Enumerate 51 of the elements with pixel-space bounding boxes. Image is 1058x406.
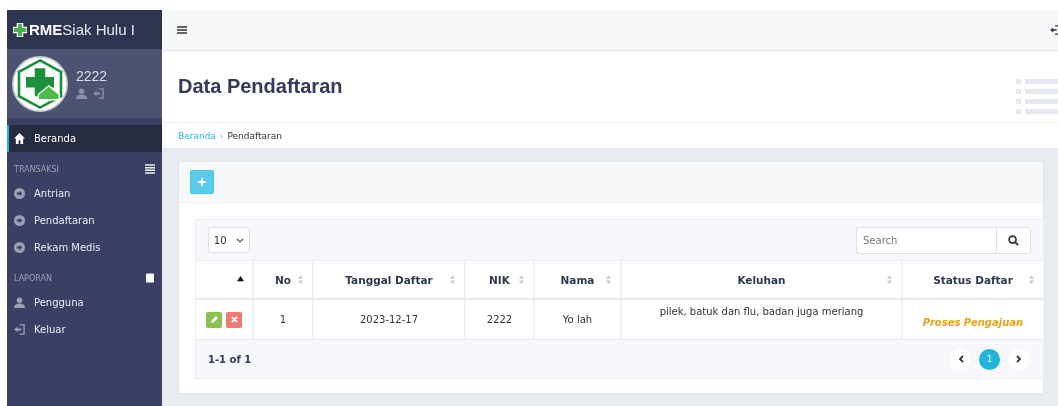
chevron-down-icon [236,237,245,243]
search-field[interactable]: Search [856,226,996,254]
arrow-circle-icon [14,215,25,226]
column-header[interactable]: No [254,261,314,298]
column-header[interactable]: NIK [466,261,535,298]
search-button[interactable] [996,226,1031,254]
sidebar-item[interactable]: Antrian [7,180,162,207]
status-label: Proses Pengajuan [922,316,1024,328]
section-label: LAPORAN [14,273,52,283]
plus-icon [198,178,206,186]
pencil-icon [210,315,218,324]
signout-icon [14,324,25,335]
page-size-select[interactable]: 10 [208,227,250,253]
page-title: Data Pendaftaran [178,75,343,98]
arrow-circle-icon [14,242,25,253]
section-label: TRANSAKSI [14,164,59,174]
next-page-button[interactable] [1008,348,1029,370]
sidebar-item[interactable]: Keluar [7,316,162,343]
sidebar-item[interactable]: Pendaftaran [7,207,162,234]
previous-page-button[interactable] [950,348,971,370]
column-header[interactable]: Keluhan [622,261,903,298]
table-cell: 1 [279,314,287,325]
sidebar-item[interactable]: Rekam Medis [7,234,162,261]
table-cell: Yo lah [562,314,593,325]
row-count: 1-1 of 1 [208,353,252,365]
table-cell: 2023-12-17 [359,314,419,325]
breadcrumb-current: Pendaftaran [227,130,283,141]
column-header[interactable]: Nama [535,261,622,298]
table-cell: 2222 [486,314,513,325]
table-cell: pilek, batuk dan flu, badan juga meriang [659,306,864,317]
menu-icon[interactable] [177,26,187,34]
close-icon [230,316,238,323]
sidebar-item[interactable]: Pengguna [7,289,162,316]
user-name: 2222 [76,68,108,84]
arrow-circle-icon [14,188,25,199]
home-icon [14,133,25,144]
user-icon [14,297,25,308]
search-icon[interactable] [1008,234,1019,246]
avatar-logo [12,55,68,112]
column-header[interactable]: Status Daftar [903,261,1043,298]
chevron-left-icon [957,355,964,363]
chevron-right-icon [1015,355,1022,363]
breadcrumb-separator: › [219,130,224,141]
cross-icon [13,22,27,37]
delete-button[interactable] [226,311,242,328]
list-icon [145,164,155,174]
brand-logo[interactable]: RMESiak Hulu I [7,10,162,49]
signout-icon[interactable] [1050,24,1058,36]
book-icon [145,273,155,283]
sidebar-item[interactable]: Beranda [7,125,162,152]
column-header[interactable]: Tanggal Daftar [314,261,466,298]
